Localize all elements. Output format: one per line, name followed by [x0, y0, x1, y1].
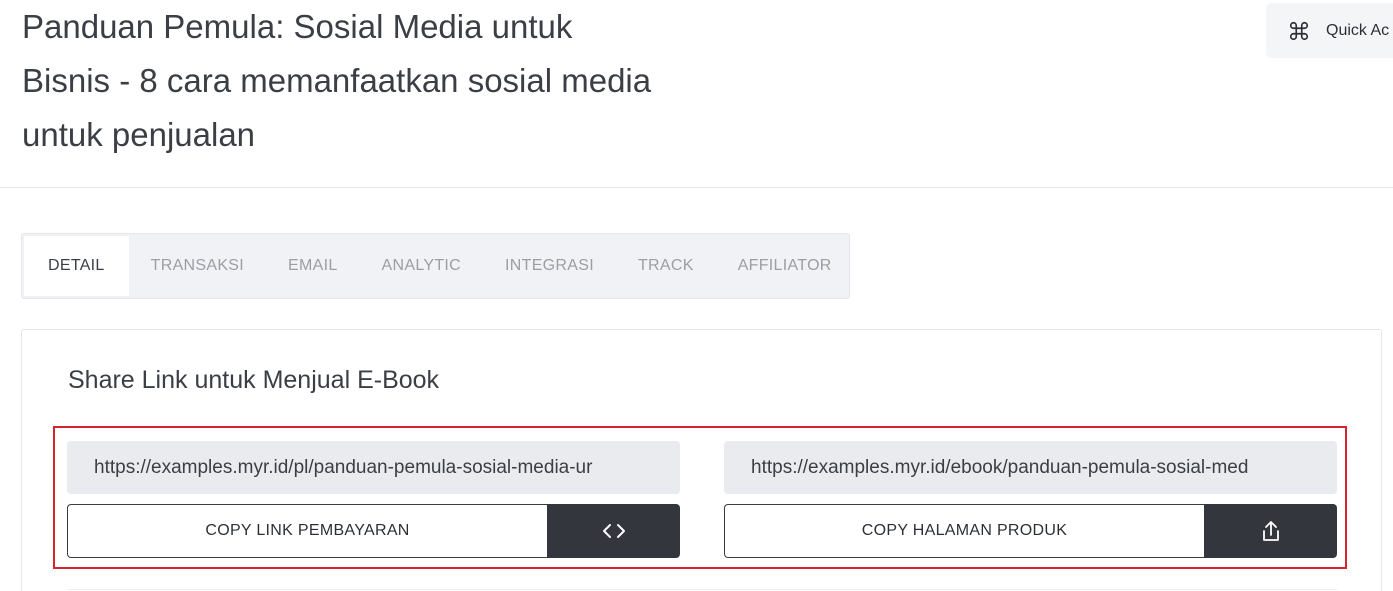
- payment-button-row: COPY LINK PEMBAYARAN: [67, 504, 680, 558]
- tab-affiliator[interactable]: AFFILIATOR: [716, 236, 854, 296]
- copy-payment-link-button[interactable]: COPY LINK PEMBAYARAN: [67, 504, 547, 558]
- tab-detail[interactable]: DETAIL: [24, 236, 129, 296]
- copy-product-page-button[interactable]: COPY HALAMAN PRODUK: [724, 504, 1204, 558]
- header-divider: [0, 187, 1393, 188]
- tab-transaksi[interactable]: TRANSAKSI: [129, 236, 266, 296]
- command-icon: [1289, 21, 1309, 40]
- share-product-button[interactable]: [1204, 504, 1337, 558]
- product-link-field[interactable]: https://examples.myr.id/ebook/panduan-pe…: [724, 441, 1337, 494]
- tab-integrasi[interactable]: INTEGRASI: [483, 236, 616, 296]
- tab-analytic[interactable]: ANALYTIC: [360, 236, 483, 296]
- share-links-highlight: https://examples.myr.id/pl/panduan-pemul…: [53, 426, 1347, 569]
- share-card: Share Link untuk Menjual E-Book https://…: [21, 329, 1382, 591]
- page-title: Panduan Pemula: Sosial Media untuk Bisni…: [22, 8, 652, 153]
- payment-link-group: https://examples.myr.id/pl/panduan-pemul…: [67, 441, 680, 558]
- payment-link-field[interactable]: https://examples.myr.id/pl/panduan-pemul…: [67, 441, 680, 494]
- tab-bar: DETAIL TRANSAKSI EMAIL ANALYTIC INTEGRAS…: [21, 233, 850, 299]
- embed-code-button[interactable]: [547, 504, 680, 558]
- product-link-group: https://examples.myr.id/ebook/panduan-pe…: [724, 441, 1337, 558]
- product-button-row: COPY HALAMAN PRODUK: [724, 504, 1337, 558]
- quick-access-button[interactable]: Quick Ac: [1266, 3, 1393, 58]
- share-card-title: Share Link untuk Menjual E-Book: [68, 366, 440, 394]
- card-bottom-divider: [67, 589, 1337, 590]
- share-icon: [1262, 521, 1279, 541]
- code-icon: [602, 524, 625, 538]
- tab-track[interactable]: TRACK: [616, 236, 716, 296]
- tab-email[interactable]: EMAIL: [266, 236, 360, 296]
- quick-access-label: Quick Ac: [1326, 21, 1390, 39]
